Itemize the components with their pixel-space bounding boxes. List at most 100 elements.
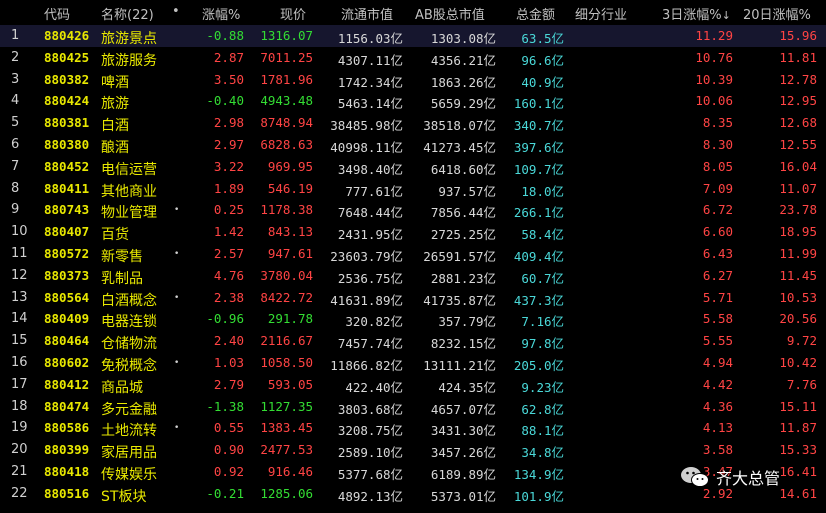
row-index: 20 [11,442,28,458]
table-row[interactable]: 8 880411 其他商业 1.89 546.19 777.61亿 937.57亿 18.0亿… [0,178,826,200]
row-day20: 12.78 [779,71,817,87]
table-row[interactable]: 15 880464 仓储物流 2.40 2116.67 7457.74亿 8232.15亿 9… [0,330,826,352]
table-row[interactable]: 11 880572 新零售 • 2.57 947.61 23603.79亿 26591.57亿… [0,243,826,265]
table-row[interactable]: 4 880424 旅游 -0.40 4943.48 5463.14亿 5659.29亿 160… [0,90,826,112]
row-mark: • [174,423,180,434]
row-price: 4943.48 [260,93,313,109]
row-price: 593.05 [267,376,313,392]
row-name: 仓储物流 [101,336,157,353]
row-day20: 10.53 [779,289,817,305]
row-amount: 40.9亿 [521,74,564,90]
row-mark: • [174,358,180,368]
row-change-pct: -0.88 [206,28,244,43]
row-day20: 12.95 [779,93,817,109]
row-float-cap: 4307.11亿 [337,52,403,68]
row-day20: 11.99 [779,246,817,261]
row-day20: 15.11 [779,398,817,414]
row-index: 6 [11,137,20,152]
row-day20: 11.07 [779,180,817,196]
row-change-pct: 4.76 [213,267,244,283]
row-amount: 101.9亿 [513,488,564,504]
row-change-pct: 2.97 [213,137,244,152]
row-change-pct: 1.89 [213,180,244,196]
row-ab-cap: 1303.08亿 [430,31,496,46]
table-row[interactable]: 7 880452 电信运营 3.22 969.95 3498.40亿 6418.60亿 109… [0,156,826,178]
table-row[interactable]: 1 880426 旅游景点 -0.88 1316.07 1156.03亿 1303.08亿 6… [0,25,826,47]
header-sub-industry[interactable]: 细分行业 [575,4,627,23]
row-change-pct: 2.40 [213,333,244,349]
row-mark: • [174,205,180,216]
table-row[interactable]: 5 880381 白酒 2.98 8748.94 38485.98亿 38518.07亿 34… [0,112,826,134]
row-price: 969.95 [267,158,313,174]
row-code: 880380 [44,137,90,152]
row-amount: 62.8亿 [521,401,564,417]
row-price: 1316.07 [260,28,313,43]
table-row[interactable]: 18 880474 多元金融 -1.38 1127.35 3803.68亿 4657.07亿… [0,396,826,418]
table-row[interactable]: 20 880399 家居用品 0.90 2477.53 2589.10亿 3457.26亿 3… [0,439,826,461]
row-day3: 4.94 [702,355,733,370]
row-name: 电信运营 [101,161,157,178]
row-day20: 11.45 [779,267,817,283]
table-row[interactable]: 6 880380 酿酒 2.97 6828.63 40998.11亿 41273.45亿 39… [0,134,826,156]
row-code: 880407 [44,224,90,240]
row-price: 1127.35 [260,398,313,414]
row-day3: 10.39 [695,71,733,87]
header-day20[interactable]: 20日涨幅% [743,4,811,23]
header-code[interactable]: 代码 [44,4,70,23]
row-amount: 34.8亿 [521,445,564,461]
table-row[interactable]: 16 880602 免税概念 • 1.03 1058.50 11866.82亿 13111.2… [0,352,826,374]
row-price: 8748.94 [260,115,313,131]
table-row[interactable]: 14 880409 电器连锁 -0.96 291.78 320.82亿 357.79亿 7.1… [0,308,826,330]
row-code: 880464 [44,333,90,349]
row-change-pct: 2.57 [213,246,244,261]
row-price: 291.78 [267,311,313,327]
header-name[interactable]: 名称(22) [101,4,154,23]
header-price[interactable]: 现价 [280,4,306,23]
row-name: 百货 [101,227,129,244]
table-row[interactable]: 19 880586 土地流转 • 0.55 1383.45 3208.75亿 3431.30亿… [0,417,826,439]
row-price: 8422.72 [260,289,313,305]
row-code: 880602 [44,355,90,370]
row-change-pct: 0.55 [213,420,244,436]
table-row[interactable]: 10 880407 百货 1.42 843.13 2431.95亿 2725.25亿 58.4… [0,221,826,243]
row-day20: 11.87 [779,420,817,436]
header-ab-cap[interactable]: AB股总市值 [415,4,485,23]
table-header: 代码 名称(22) • 涨幅% 现价 流通市值 AB股总市值 总金额 细分行业 … [0,0,826,24]
row-day20: 23.78 [779,202,817,218]
row-day20: 16.41 [779,464,817,479]
row-ab-cap: 4356.21亿 [430,52,496,68]
header-change-pct[interactable]: 涨幅% [202,4,240,23]
row-ab-cap: 2881.23亿 [430,270,496,286]
row-day3: 5.58 [702,311,733,327]
row-day20: 14.61 [779,485,817,501]
row-price: 3780.04 [260,267,313,283]
row-index: 16 [11,355,28,370]
table-row[interactable]: 12 880373 乳制品 4.76 3780.04 2536.75亿 2881.23亿 60… [0,265,826,287]
table-row[interactable]: 3 880382 啤酒 3.50 1781.96 1742.34亿 1863.26亿 40.9… [0,69,826,91]
header-float-cap[interactable]: 流通市值 [341,4,393,23]
header-day3[interactable]: 3日涨幅%↓ [662,4,731,23]
table-row[interactable]: 2 880425 旅游服务 2.87 7011.25 4307.11亿 4356.21亿 96… [0,47,826,69]
row-float-cap: 5463.14亿 [337,96,403,112]
row-change-pct: 2.98 [213,115,244,131]
row-amount: 340.7亿 [513,118,564,134]
row-ab-cap: 357.79亿 [438,314,496,330]
header-amount[interactable]: 总金额 [516,4,555,23]
row-change-pct: 0.90 [213,442,244,458]
row-name: 旅游 [101,96,129,113]
table-row[interactable]: 17 880412 商品城 2.79 593.05 422.40亿 424.35亿 9.23亿… [0,374,826,396]
row-index: 13 [11,289,28,305]
row-float-cap: 4892.13亿 [337,488,403,504]
row-name: 乳制品 [101,270,143,287]
row-ab-cap: 8232.15亿 [430,336,496,352]
row-name: 酿酒 [101,140,129,156]
row-name: 家居用品 [101,445,157,462]
row-amount: 109.7亿 [513,161,564,177]
row-index: 2 [11,49,20,65]
table-row[interactable]: 9 880743 物业管理 • 0.25 1178.38 7648.44亿 7856.44亿 2… [0,199,826,221]
row-ab-cap: 937.57亿 [438,183,496,199]
row-float-cap: 1156.03亿 [337,31,403,46]
table-row[interactable]: 13 880564 白酒概念 • 2.38 8422.72 41631.89亿 41735.8… [0,287,826,309]
row-code: 880743 [44,202,90,218]
row-day3: 10.06 [695,93,733,109]
